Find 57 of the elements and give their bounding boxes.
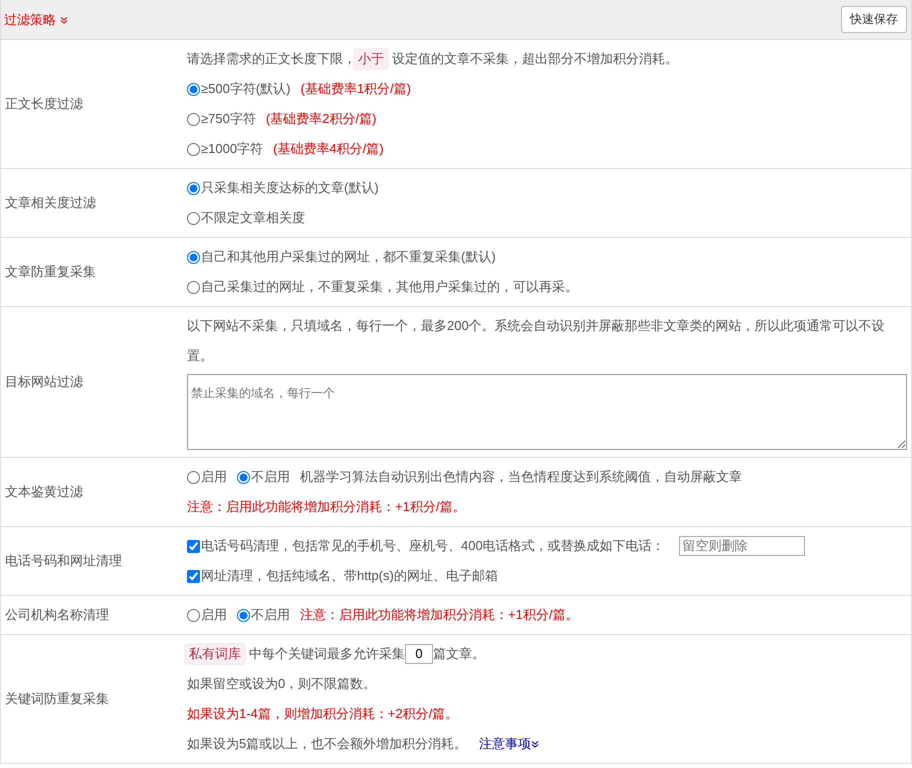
option-label[interactable]: 自己和其他用户采集过的网址，都不重复采集(默认) [201,242,496,272]
description-text: 如果留空或设为0，则不限篇数。 [187,675,376,693]
radio-button[interactable] [237,608,250,622]
radio-button[interactable] [187,470,200,484]
option-label[interactable]: ≥500字符(默认) [201,74,290,104]
description-text: 篇文章。 [433,645,485,663]
option-label[interactable]: ≥750字符 [201,104,256,134]
option-label[interactable]: 自己采集过的网址，不重复采集，其他用户采集过的，可以再采。 [201,272,578,302]
radio-button[interactable] [187,82,200,96]
double-chevron-icon[interactable] [531,740,540,748]
description-text: 机器学习算法自动识别出色情内容，当色情程度达到系统阈值，自动屏蔽文章 [300,468,742,486]
option-label[interactable]: 不限定文章相关度 [201,203,305,233]
option-label[interactable]: 电话号码清理，包括常见的手机号、座机号、400电话格式，或替换成如下电话： [201,531,665,561]
option-label[interactable]: ≥1000字符 [201,134,264,164]
option-label[interactable]: 网址清理，包括纯域名、带http(s)的网址、电子邮箱 [201,561,498,591]
warning-text: 注意：启用此功能将增加积分消耗：+1积分/篇。 [300,606,578,624]
notes-link[interactable]: 注意事项 [479,729,532,759]
phone-input-field[interactable]: 留空则删除 [678,536,805,556]
option-label[interactable]: 只采集相关度达标的文章(默认) [201,173,379,203]
option-label[interactable]: 不启用 [251,600,290,630]
description-text: 以下网站不采集，只填域名，每行一个，最多200个。系统会自动识别并屏蔽那些非文章类的网站，所以此项通常可以不设置。 [187,317,886,365]
keyword-tag: 私有词库 [184,643,246,665]
option-label[interactable]: 启用 [201,462,227,492]
radio-button[interactable] [187,250,200,264]
setting-label: 目标网站过滤 [4,373,84,391]
domain-textarea[interactable]: 禁止采集的域名，每行一个 [187,374,907,450]
radio-button[interactable] [187,280,200,294]
radio-button[interactable] [187,142,200,156]
radio-button[interactable] [187,212,200,224]
quick-save-button[interactable]: 快速保存 [841,6,907,33]
checkbox[interactable] [187,540,200,552]
radio-button[interactable] [187,112,200,126]
description-text: 中每个关键词最多允许采集 [249,645,405,663]
description-text: 设定值的文章不采集，超出部分不增加积分消耗。 [392,50,678,68]
setting-label: 文章防重复采集 [4,263,97,281]
warning-text: 注意：启用此功能将增加积分消耗：+1积分/篇。 [187,498,466,516]
description-text: 如果设为5篇或以上，也不会额外增加积分消耗。 [187,735,468,753]
warning-text: (基础费率1积分/篇) [300,80,411,98]
checkbox[interactable] [187,570,200,582]
radio-button[interactable] [187,182,200,194]
count-input-field[interactable]: 0 [405,644,433,664]
description-text: 请选择需求的正文长度下限， [187,50,356,68]
setting-label: 正文长度过滤 [4,95,84,113]
warning-text: (基础费率4积分/篇) [273,140,384,158]
section-title: 过滤策略 [4,10,56,28]
setting-label: 文本鉴黄过滤 [4,483,84,501]
option-label[interactable]: 不启用 [251,462,290,492]
radio-button[interactable] [237,470,250,484]
warning-text: (基础费率2积分/篇) [266,110,376,128]
setting-label: 关键词防重复采集 [4,690,110,708]
keyword-tag: 小于 [353,48,389,70]
option-label[interactable]: 启用 [201,600,227,630]
setting-label: 公司机构名称清理 [4,606,110,624]
setting-label: 电话号码和网址清理 [4,552,123,570]
warning-text: 如果设为1-4篇，则增加积分消耗：+2积分/篇。 [187,705,458,723]
setting-label: 文章相关度过滤 [4,194,97,212]
radio-button[interactable] [187,608,200,622]
